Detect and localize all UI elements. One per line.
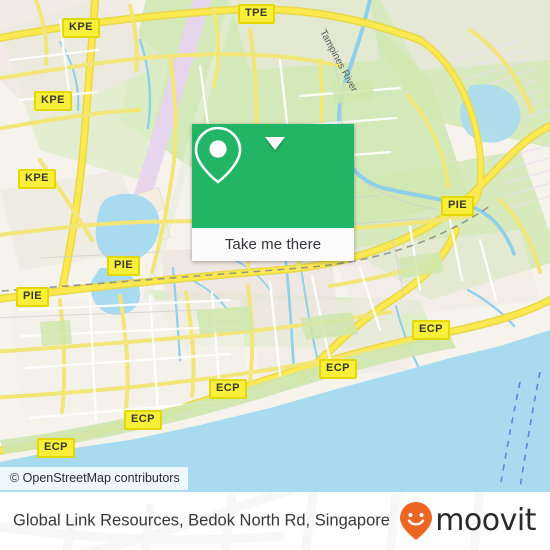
osm-attribution[interactable]: © OpenStreetMap contributors [0, 467, 188, 490]
moovit-logo[interactable]: moovit [399, 501, 536, 541]
highway-shield-tpe: TPE [238, 4, 275, 24]
highway-shield-kpe: KPE [34, 91, 72, 111]
highway-shield-kpe: KPE [18, 169, 56, 189]
highway-shield-ecp: ECP [319, 359, 357, 379]
location-pin-icon [194, 126, 242, 184]
take-me-there-label: Take me there [224, 236, 322, 253]
card-pointer-tip [265, 137, 285, 150]
card-footer[interactable]: Take me there [192, 228, 354, 261]
place-name-caption: Global Link Resources, Bedok North Rd, S… [13, 511, 390, 530]
highway-shield-ecp: ECP [37, 438, 75, 458]
moovit-wordmark: moovit [435, 503, 536, 538]
highway-shield-ecp: ECP [412, 320, 450, 340]
highway-shield-ecp: ECP [124, 410, 162, 430]
map-screenshot: Tampines River KPE KPE KPE TPE PIE PIE PIE ECP E… [0, 0, 550, 550]
highway-shield-kpe: KPE [62, 18, 100, 38]
moovit-smiley-pin-icon [400, 502, 433, 540]
highway-shield-ecp: ECP [209, 379, 247, 399]
highway-shield-pie: PIE [16, 287, 49, 307]
map-canvas[interactable]: Tampines River KPE KPE KPE TPE PIE PIE PIE ECP E… [0, 0, 550, 492]
highway-shield-pie: PIE [107, 256, 140, 276]
footer-bar: Global Link Resources, Bedok North Rd, S… [0, 492, 550, 550]
highway-shield-pie: PIE [441, 196, 474, 216]
